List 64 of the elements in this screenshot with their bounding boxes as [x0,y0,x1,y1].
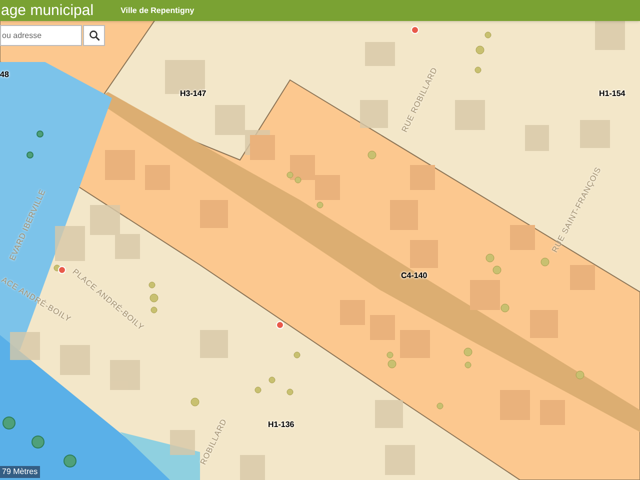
building-footprint [90,205,120,235]
tree-dot [464,362,472,368]
building-footprint [315,175,340,200]
tree-dot [316,202,324,208]
tree-dot [540,258,550,266]
tree-dot [474,66,482,74]
tree-dot [486,254,494,262]
tree-dot [576,370,584,380]
app-title: age municipal [1,3,94,18]
tree-dot [148,282,156,288]
search-field[interactable]: ou adresse [0,25,82,46]
tree-dot [254,386,262,394]
zone-label: 48 [0,71,9,79]
scale-bar: 79 Mètres [0,466,40,478]
tree-dot [368,150,376,160]
building-footprint [60,345,90,375]
search-icon [88,30,100,41]
building-footprint [240,455,265,480]
building-footprint [470,280,500,310]
building-footprint [360,100,388,128]
tree-dot [286,388,294,396]
zone-label: H1-136 [268,421,294,429]
tree-dot [268,376,276,384]
building-footprint [595,20,625,50]
tree-dot [476,46,484,54]
building-footprint [510,225,535,250]
marker-icon [276,321,284,329]
tree-dot [500,304,510,312]
building-footprint [170,430,195,455]
building-footprint [365,42,395,66]
zone-label: C4-140 [401,272,428,280]
building-footprint [570,265,595,290]
tree-dot [150,306,158,314]
city-name: Ville de Repentigny [120,4,194,16]
tree-dot [36,130,44,138]
search-button[interactable] [83,25,105,46]
building-footprint [115,234,140,259]
building-footprint [10,332,40,360]
building-footprint [410,165,435,190]
tree-dot [492,266,502,274]
building-footprint [525,125,549,151]
building-footprint [410,240,438,268]
building-footprint [110,360,140,390]
tree-dot [484,32,492,38]
building-footprint [455,100,485,130]
building-footprint [580,120,610,148]
tree-dot [26,152,34,158]
marker-icon [58,266,66,274]
tree-dot [464,348,472,356]
building-footprint [375,400,403,428]
building-footprint [55,226,85,261]
zone-label: H1-154 [599,90,626,98]
building-footprint [200,330,228,358]
tree-dot [436,402,444,410]
tree-dot [150,294,158,302]
building-footprint [290,155,315,180]
tree-dot [294,352,300,358]
zone-label: H3-147 [180,90,206,98]
tree-dot [388,360,396,368]
marker-icon [411,26,419,34]
tree-dot [190,398,200,406]
building-footprint [215,105,245,135]
building-footprint [250,135,275,160]
building-footprint [385,445,415,475]
